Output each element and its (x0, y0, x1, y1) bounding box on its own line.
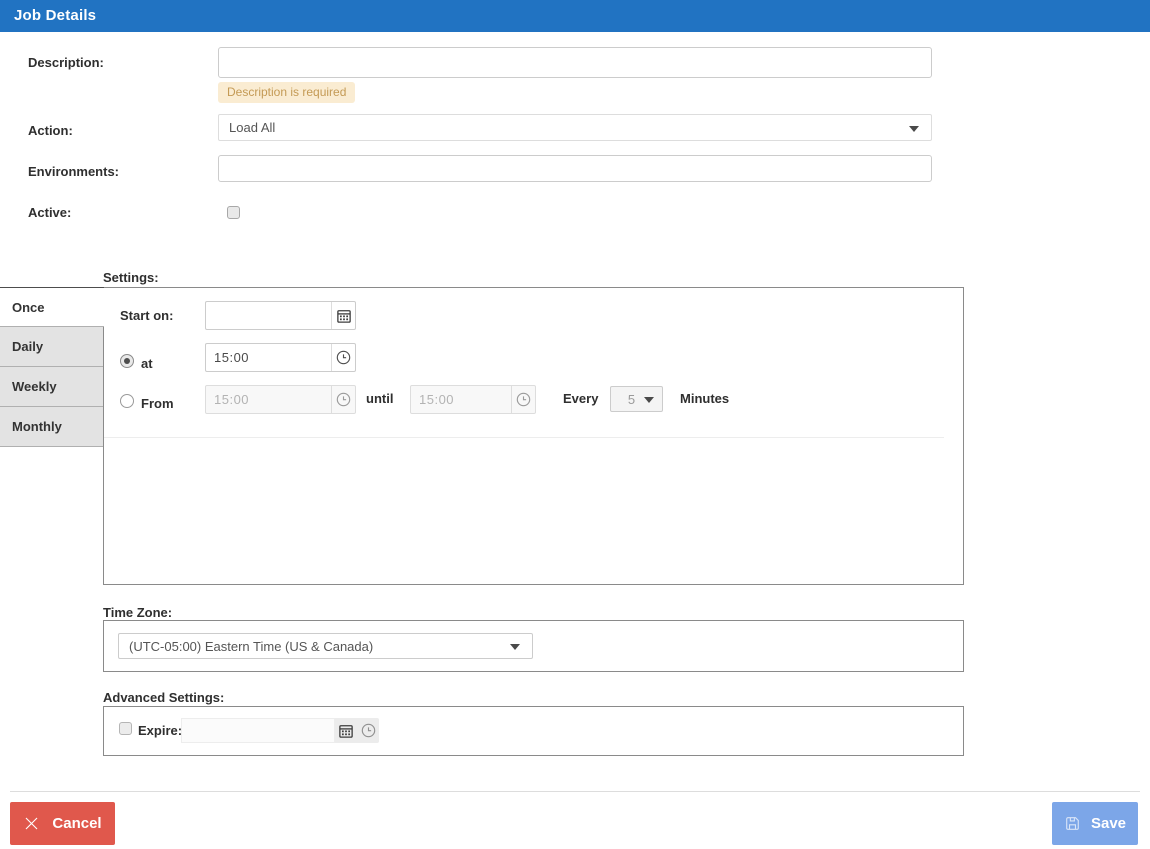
environments-label: Environments: (28, 164, 119, 179)
clock-icon (516, 392, 531, 407)
at-time-input[interactable] (206, 344, 331, 371)
dialog-titlebar: Job Details (0, 0, 1150, 32)
settings-label: Settings: (103, 270, 159, 285)
until-clock-button[interactable] (511, 386, 535, 413)
from-time-input[interactable] (206, 386, 331, 413)
until-time-input[interactable] (411, 386, 511, 413)
page-title: Job Details (14, 7, 96, 24)
tab-once[interactable]: Once (0, 287, 104, 327)
start-on-input[interactable] (206, 302, 331, 329)
chevron-down-icon (644, 397, 654, 403)
settings-panel (103, 287, 964, 585)
from-clock-button[interactable] (331, 386, 355, 413)
time-zone-select[interactable]: (UTC-05:00) Eastern Time (US & Canada) (118, 633, 533, 659)
save-button-label: Save (1091, 815, 1126, 832)
calendar-icon (339, 724, 353, 738)
description-input[interactable] (218, 47, 932, 78)
footer-divider (10, 791, 1140, 792)
at-time-field (205, 343, 356, 372)
save-button[interactable]: Save (1052, 802, 1138, 845)
at-label: at (141, 356, 153, 371)
start-on-field (205, 301, 356, 330)
from-label: From (141, 396, 174, 411)
calendar-icon (337, 309, 351, 323)
tab-monthly[interactable]: Monthly (0, 407, 103, 447)
active-label: Active: (28, 205, 71, 220)
start-on-label: Start on: (120, 308, 173, 323)
expire-date-input[interactable] (181, 718, 335, 743)
until-label: until (366, 391, 393, 406)
description-error-message: Description is required (218, 82, 355, 103)
every-label: Every (563, 391, 598, 406)
until-time-field (410, 385, 536, 414)
tab-weekly[interactable]: Weekly (0, 367, 103, 407)
at-radio[interactable] (120, 354, 134, 368)
expire-field (181, 718, 379, 743)
action-label: Action: (28, 123, 73, 138)
clock-icon (336, 350, 351, 365)
every-minutes-select[interactable]: 5 (610, 386, 663, 412)
from-time-field (205, 385, 356, 414)
every-minutes-value: 5 (628, 392, 635, 407)
time-zone-value: (UTC-05:00) Eastern Time (US & Canada) (129, 639, 373, 654)
clock-icon (336, 392, 351, 407)
expire-checkbox[interactable] (119, 722, 132, 735)
at-clock-button[interactable] (331, 344, 355, 371)
from-radio[interactable] (120, 394, 134, 408)
expire-label: Expire: (138, 723, 182, 738)
tab-daily[interactable]: Daily (0, 327, 103, 367)
minutes-label: Minutes (680, 391, 729, 406)
chevron-down-icon (909, 126, 919, 132)
expire-clock-button[interactable] (357, 718, 379, 743)
job-details-dialog: Job Details Description: Description is … (0, 0, 1150, 849)
clock-icon (361, 723, 376, 738)
action-select-value: Load All (229, 120, 275, 135)
cancel-button[interactable]: Cancel (10, 802, 115, 845)
description-label: Description: (28, 55, 104, 70)
panel-divider (104, 437, 944, 438)
cancel-button-label: Cancel (52, 815, 101, 832)
action-select[interactable]: Load All (218, 114, 932, 141)
expire-calendar-button[interactable] (335, 718, 357, 743)
chevron-down-icon (510, 644, 520, 650)
floppy-disk-icon (1064, 815, 1081, 832)
advanced-settings-label: Advanced Settings: (103, 690, 224, 705)
close-icon (23, 815, 40, 832)
environments-input[interactable] (218, 155, 932, 182)
time-zone-label: Time Zone: (103, 605, 172, 620)
calendar-picker-button[interactable] (331, 302, 355, 329)
active-checkbox[interactable] (227, 206, 240, 219)
